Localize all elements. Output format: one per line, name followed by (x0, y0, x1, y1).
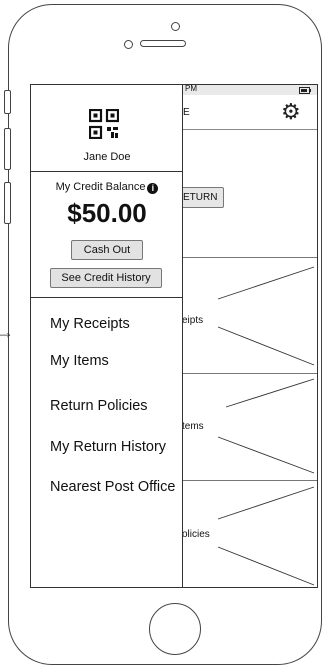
phone-screen: PM E ⚙ ETURN eipts tems olicies Jane Doe… (30, 84, 318, 588)
section-divider (181, 373, 317, 374)
credit-balance-label-row: My Credit Balance i (31, 181, 183, 194)
return-button[interactable]: ETURN (176, 187, 225, 208)
drawer-divider (31, 171, 182, 172)
front-camera (171, 22, 180, 31)
image-placeholder (217, 266, 315, 366)
credit-balance-amount: $50.00 (67, 198, 147, 228)
info-icon[interactable]: i (147, 183, 159, 194)
section-divider (181, 480, 317, 481)
menu-item-my-receipts[interactable]: My Receipts (50, 316, 130, 332)
see-credit-history-button[interactable]: See Credit History (50, 268, 162, 288)
phone-volume-down-button (4, 182, 11, 224)
qr-code-icon[interactable] (89, 109, 119, 139)
gear-icon[interactable]: ⚙ (281, 101, 301, 123)
status-time: PM (185, 84, 197, 93)
receipts-section-label[interactable]: eipts (182, 315, 203, 326)
drawer-divider (31, 297, 182, 298)
arrow-right-icon: → (0, 322, 14, 342)
app-title: E (183, 107, 190, 118)
menu-item-nearest-post-office[interactable]: Nearest Post Office (50, 479, 175, 495)
items-section-label[interactable]: tems (182, 421, 204, 432)
section-divider (181, 257, 317, 258)
image-placeholder (217, 378, 315, 474)
user-name: Jane Doe (83, 151, 131, 163)
menu-item-my-items[interactable]: My Items (50, 353, 109, 369)
credit-balance-label: My Credit Balance (55, 181, 146, 193)
battery-icon (299, 87, 311, 94)
policies-section-label[interactable]: olicies (182, 529, 210, 540)
menu-item-return-policies[interactable]: Return Policies (50, 398, 148, 414)
proximity-sensor (124, 40, 133, 49)
earpiece-speaker (140, 40, 186, 47)
phone-mute-switch (4, 90, 11, 114)
phone-volume-up-button (4, 128, 11, 170)
side-drawer: Jane Doe My Credit Balance i $50.00 Cash … (31, 85, 183, 587)
home-button[interactable] (149, 603, 201, 655)
menu-item-my-return-history[interactable]: My Return History (50, 439, 166, 455)
cash-out-button[interactable]: Cash Out (71, 240, 143, 260)
image-placeholder (217, 486, 315, 586)
